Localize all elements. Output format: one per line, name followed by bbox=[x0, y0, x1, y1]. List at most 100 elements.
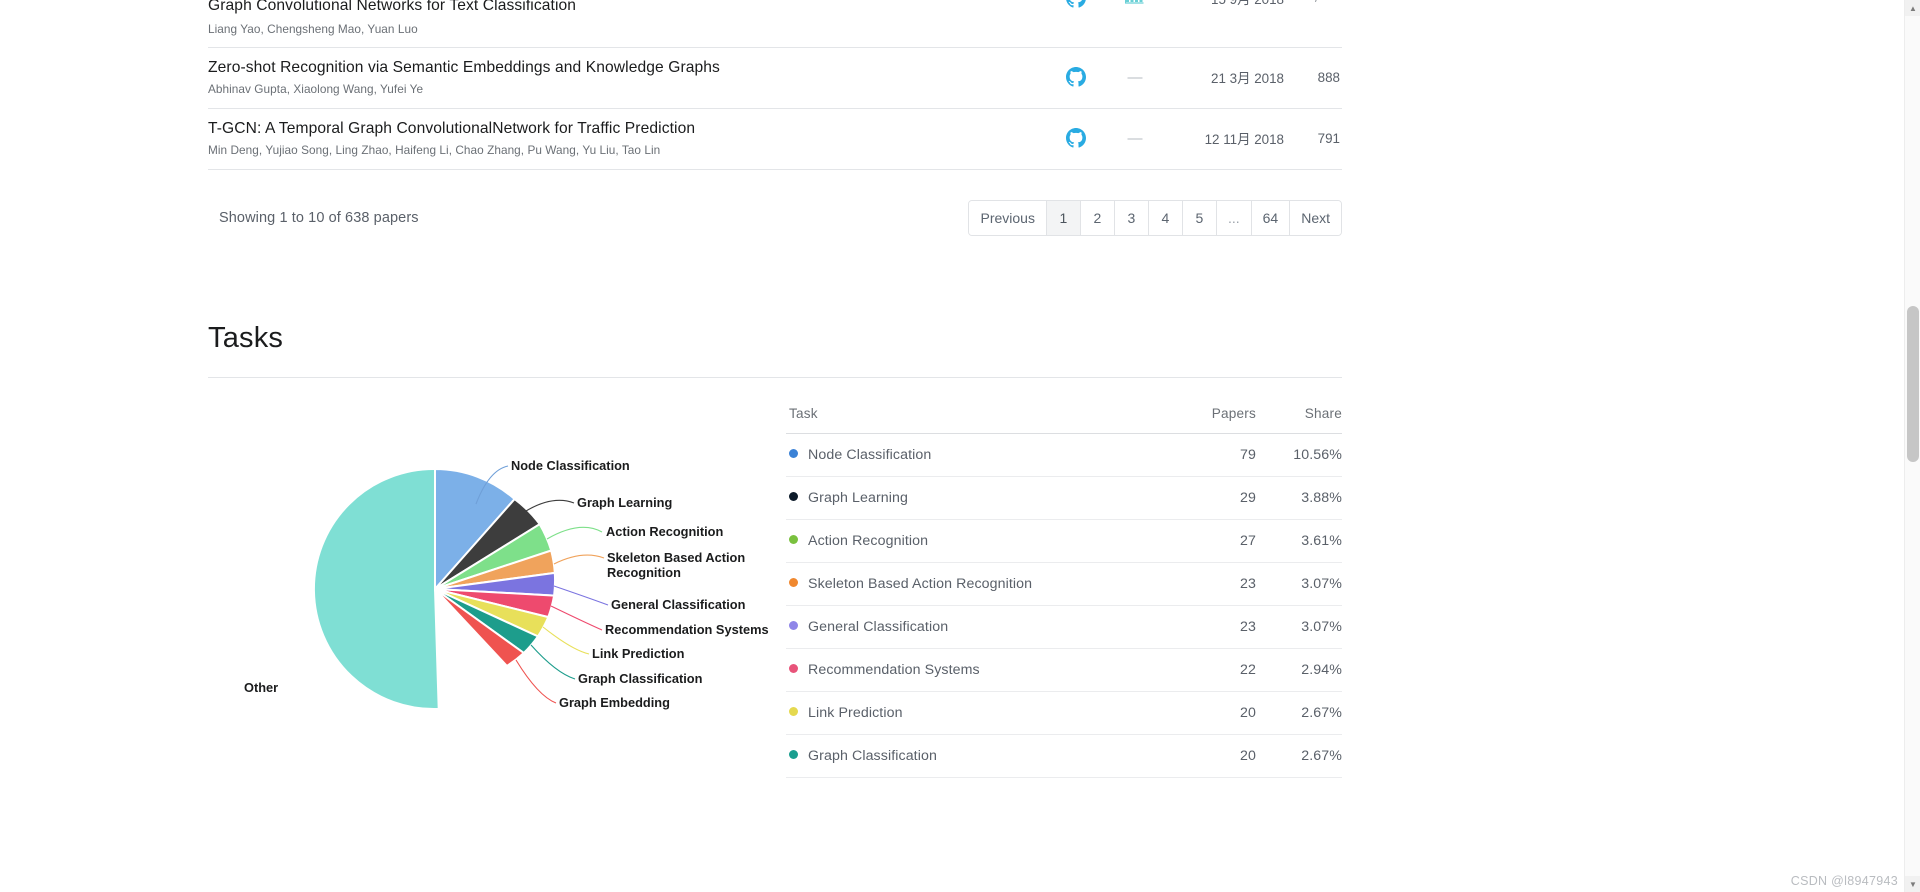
task-share: 3.07% bbox=[1256, 605, 1342, 649]
scrollbar-down-arrow[interactable]: ▼ bbox=[1905, 876, 1920, 892]
leader-line-graph-embedding bbox=[515, 659, 557, 704]
task-cell[interactable]: Graph Classification bbox=[786, 734, 1160, 778]
papers-list: Graph Convolutional Networks for Text Cl… bbox=[208, 0, 1342, 170]
paper-chart-cell[interactable] bbox=[1104, 0, 1166, 6]
paper-info: Zero-shot Recognition via Semantic Embed… bbox=[208, 58, 1048, 96]
paper-stars: 888 bbox=[1317, 69, 1340, 85]
dash-icon: — bbox=[1127, 68, 1143, 86]
table-row[interactable]: Link Prediction 20 2.67% bbox=[786, 691, 1342, 735]
pie-label-skeleton-line1: Skeleton Based Action bbox=[607, 550, 745, 565]
table-row[interactable]: General Classification 23 3.07% bbox=[786, 605, 1342, 649]
pie-label-graph-classification: Graph Classification bbox=[578, 671, 703, 686]
task-cell[interactable]: Action Recognition bbox=[786, 519, 1160, 563]
pagination-page-2[interactable]: 2 bbox=[1080, 201, 1115, 235]
task-papers: 20 bbox=[1160, 734, 1256, 778]
table-row[interactable]: Graph Convolutional Networks for Text Cl… bbox=[208, 0, 1342, 48]
tasks-pie-chart: Node Classification Graph Learning Actio… bbox=[208, 392, 786, 772]
scrollbar-up-arrow[interactable]: ▲ bbox=[1905, 0, 1920, 16]
pagination-page-64[interactable]: 64 bbox=[1251, 201, 1291, 235]
paper-date: 12 11月 2018 bbox=[1204, 132, 1284, 147]
task-name: Skeleton Based Action Recognition bbox=[808, 576, 1033, 592]
scrollbar-thumb[interactable] bbox=[1907, 306, 1919, 462]
table-row[interactable]: Node Classification 79 10.56% bbox=[786, 433, 1342, 477]
paper-stars: 791 bbox=[1317, 130, 1340, 146]
task-share: 3.07% bbox=[1256, 562, 1342, 606]
task-color-dot bbox=[789, 621, 798, 630]
pagination-previous[interactable]: Previous bbox=[969, 201, 1047, 235]
task-name: Node Classification bbox=[808, 447, 932, 463]
task-papers: 23 bbox=[1160, 562, 1256, 606]
scrollbar[interactable]: ▲ ▼ bbox=[1904, 0, 1920, 892]
task-cell[interactable]: Graph Learning bbox=[786, 476, 1160, 520]
task-name: Link Prediction bbox=[808, 705, 903, 721]
task-cell[interactable]: General Classification bbox=[786, 605, 1160, 649]
task-share: 3.61% bbox=[1256, 519, 1342, 563]
task-cell[interactable]: Skeleton Based Action Recognition bbox=[786, 562, 1160, 606]
paper-code-cell[interactable] bbox=[1048, 128, 1104, 148]
paper-chart-cell: — bbox=[1104, 131, 1166, 146]
table-row[interactable]: Zero-shot Recognition via Semantic Embed… bbox=[208, 48, 1342, 109]
task-papers: 29 bbox=[1160, 476, 1256, 520]
task-cell[interactable]: Recommendation Systems bbox=[786, 648, 1160, 692]
pie-label-graph-learning: Graph Learning bbox=[577, 495, 672, 510]
table-row[interactable]: Skeleton Based Action Recognition 23 3.0… bbox=[786, 562, 1342, 606]
task-papers: 79 bbox=[1160, 433, 1256, 477]
pagination-page-3[interactable]: 3 bbox=[1114, 201, 1149, 235]
tasks-table-header-row: Task Papers Share bbox=[786, 406, 1342, 434]
paper-title[interactable]: Graph Convolutional Networks for Text Cl… bbox=[208, 0, 1048, 17]
task-color-dot bbox=[789, 578, 798, 587]
paper-code-cell[interactable] bbox=[1048, 67, 1104, 87]
paper-authors: Liang Yao, Chengsheng Mao, Yuan Luo bbox=[208, 22, 418, 36]
column-header-task: Task bbox=[786, 406, 1160, 434]
paper-title[interactable]: T-GCN: A Temporal Graph ConvolutionalNet… bbox=[208, 119, 1048, 140]
task-color-dot bbox=[789, 449, 798, 458]
showing-count: Showing 1 to 10 of 638 papers bbox=[219, 210, 419, 226]
leader-line-graph-classification bbox=[530, 644, 576, 680]
pie-label-node-classification: Node Classification bbox=[511, 458, 630, 473]
task-papers: 22 bbox=[1160, 648, 1256, 692]
github-icon[interactable] bbox=[1066, 128, 1086, 148]
task-papers: 20 bbox=[1160, 691, 1256, 735]
table-row[interactable]: T-GCN: A Temporal Graph ConvolutionalNet… bbox=[208, 109, 1342, 170]
paper-stars: 1,207 bbox=[1284, 0, 1342, 3]
pagination-next[interactable]: Next bbox=[1290, 201, 1341, 235]
column-header-share: Share bbox=[1256, 406, 1342, 434]
pie-label-general-classification: General Classification bbox=[611, 597, 746, 612]
pagination-page-4[interactable]: 4 bbox=[1148, 201, 1183, 235]
task-cell[interactable]: Node Classification bbox=[786, 433, 1160, 477]
task-color-dot bbox=[789, 492, 798, 501]
table-row[interactable]: Graph Learning 29 3.88% bbox=[786, 476, 1342, 520]
bar-chart-icon[interactable] bbox=[1125, 0, 1145, 6]
task-share: 2.67% bbox=[1256, 734, 1342, 778]
watermark: CSDN @l8947943 bbox=[1790, 874, 1898, 888]
pagination-page-5[interactable]: 5 bbox=[1182, 201, 1217, 235]
table-row[interactable]: Action Recognition 27 3.61% bbox=[786, 519, 1342, 563]
pagination-page-1[interactable]: 1 bbox=[1046, 201, 1081, 235]
leader-line-graph-learning bbox=[525, 499, 575, 512]
paper-code-cell[interactable] bbox=[1048, 0, 1104, 8]
column-header-papers: Papers bbox=[1160, 406, 1256, 434]
github-icon[interactable] bbox=[1066, 0, 1086, 8]
page-root: Graph Convolutional Networks for Text Cl… bbox=[0, 0, 1920, 892]
leader-line-link-prediction bbox=[542, 626, 590, 655]
pagination-bar: Showing 1 to 10 of 638 papers Previous 1… bbox=[208, 198, 1342, 238]
task-name: Action Recognition bbox=[808, 533, 929, 549]
task-color-dot bbox=[789, 707, 798, 716]
paper-title[interactable]: Zero-shot Recognition via Semantic Embed… bbox=[208, 58, 1048, 79]
pie-label-recommendation-systems: Recommendation Systems bbox=[605, 622, 769, 637]
task-cell[interactable]: Link Prediction bbox=[786, 691, 1160, 735]
pie-slice-other[interactable] bbox=[312, 467, 440, 710]
pie-label-other: Other bbox=[244, 680, 278, 695]
paper-authors: Min Deng, Yujiao Song, Ling Zhao, Haifen… bbox=[208, 142, 661, 157]
task-name: General Classification bbox=[808, 619, 949, 635]
paper-info: Graph Convolutional Networks for Text Cl… bbox=[208, 0, 1048, 36]
pagination[interactable]: Previous 1 2 3 4 5 ... 64 Next bbox=[968, 200, 1342, 236]
paper-info: T-GCN: A Temporal Graph ConvolutionalNet… bbox=[208, 119, 1048, 157]
dash-icon: — bbox=[1127, 129, 1143, 147]
paper-title-clip: Graph Convolutional Networks for Text Cl… bbox=[208, 0, 1048, 22]
table-row[interactable]: Graph Classification 20 2.67% bbox=[786, 734, 1342, 778]
table-row[interactable]: Recommendation Systems 22 2.94% bbox=[786, 648, 1342, 692]
paper-date: 15 9月 2018 bbox=[1166, 0, 1284, 8]
leader-line-general-classification bbox=[553, 585, 609, 606]
github-icon[interactable] bbox=[1066, 67, 1086, 87]
